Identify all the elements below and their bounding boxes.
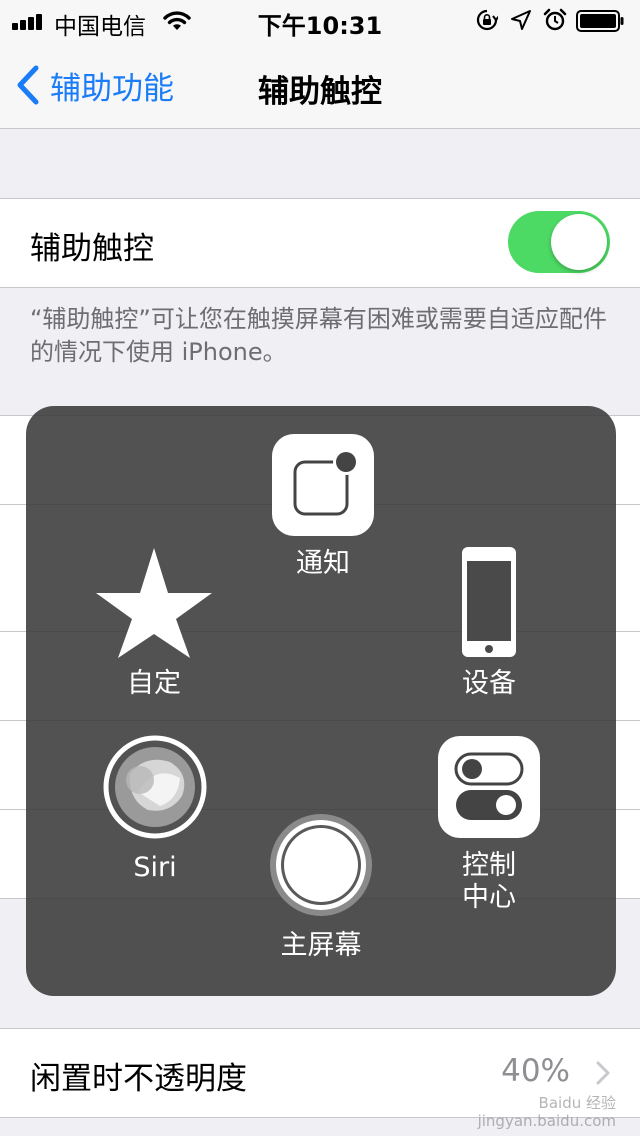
menu-device-label: 设备 xyxy=(462,668,516,699)
menu-home[interactable]: 主屏幕 xyxy=(266,810,376,962)
rotation-lock-icon xyxy=(476,9,498,31)
idle-opacity-value: 40% xyxy=(501,1053,570,1089)
menu-custom-label: 自定 xyxy=(127,668,181,699)
location-arrow-icon xyxy=(511,10,531,30)
menu-control-center-label-line2: 中心 xyxy=(462,882,516,913)
menu-siri[interactable]: Siri xyxy=(100,734,210,884)
menu-siri-label: Siri xyxy=(133,852,177,883)
assistive-touch-label: 辅助触控 xyxy=(30,231,154,267)
assistive-touch-description: “辅助触控”可让您在触摸屏幕有困难或需要自适应配件的情况下使用 iPhone。 xyxy=(30,305,607,366)
menu-control-center-label-line1: 控制 xyxy=(462,850,516,881)
battery-icon xyxy=(576,10,624,32)
navigation-bar: 辅助功能 辅助触控 xyxy=(0,40,640,129)
iphone-device-icon xyxy=(462,547,516,657)
page-title: 辅助触控 xyxy=(258,74,382,110)
assistive-touch-toggle[interactable] xyxy=(508,211,610,273)
idle-opacity-label: 闲置时不透明度 xyxy=(30,1061,247,1097)
menu-home-label: 主屏幕 xyxy=(280,930,362,961)
chevron-right-icon xyxy=(596,1061,610,1085)
status-bar: 中国电信 下午10:31 xyxy=(0,0,640,40)
menu-device[interactable]: 设备 xyxy=(446,546,532,700)
star-icon xyxy=(96,548,212,658)
watermark-line2: jingyan.baidu.com xyxy=(477,1112,616,1130)
baidu-watermark: Baidu 经验 jingyan.baidu.com xyxy=(478,1094,616,1130)
siri-icon xyxy=(103,735,207,839)
control-center-icon xyxy=(438,736,540,838)
menu-control-center[interactable]: 控制 中心 xyxy=(436,736,542,914)
menu-custom[interactable]: 自定 xyxy=(92,546,216,700)
menu-notification[interactable]: 通知 xyxy=(270,434,376,580)
alarm-clock-icon xyxy=(543,8,567,31)
assistive-touch-menu: 通知 自定 设备 Siri 主屏幕 控制 中心 xyxy=(26,406,616,996)
watermark-line1: Baidu 经验 xyxy=(538,1094,616,1112)
home-button-icon xyxy=(270,814,372,916)
notification-icon xyxy=(272,434,374,536)
toggle-knob xyxy=(551,214,607,270)
assistive-touch-row: 辅助触控 xyxy=(0,198,640,288)
menu-notification-label: 通知 xyxy=(296,548,350,579)
